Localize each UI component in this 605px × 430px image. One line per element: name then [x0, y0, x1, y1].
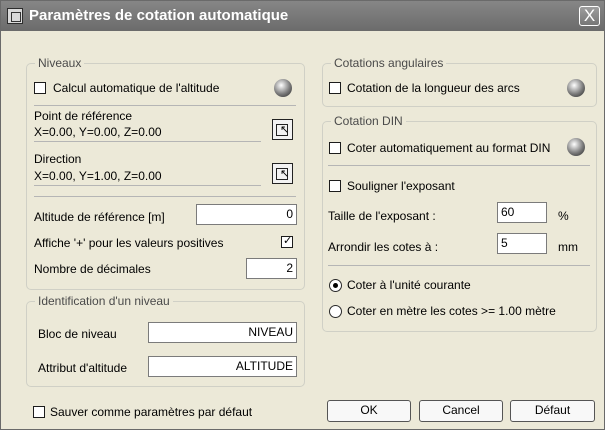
point-ref-underline: [34, 141, 261, 142]
close-button[interactable]: X: [579, 6, 600, 26]
length-arcs-checkbox[interactable]: [329, 82, 341, 94]
underline-exp-checkbox[interactable]: [329, 180, 341, 192]
din-legend: Cotation DIN: [331, 114, 406, 128]
round-input[interactable]: 5: [497, 233, 547, 254]
dialog-window: Paramètres de cotation automatique X Niv…: [0, 0, 605, 430]
default-button[interactable]: Défaut: [510, 400, 595, 422]
radio-meter-label: Coter en mètre les cotes >= 1.00 mètre: [347, 304, 556, 318]
radio-current-label: Coter à l'unité courante: [347, 278, 471, 292]
point-ref-pick-icon[interactable]: [272, 119, 293, 140]
dialog-title: Paramètres de cotation automatique: [29, 7, 289, 24]
exp-size-input[interactable]: 60: [497, 202, 547, 223]
altitude-ref-input[interactable]: 0: [196, 204, 297, 225]
angulaires-legend: Cotations angulaires: [331, 56, 447, 70]
direction-label: Direction: [34, 152, 82, 166]
save-default-checkbox[interactable]: [33, 406, 45, 418]
direction-pick-icon[interactable]: [272, 163, 293, 184]
show-plus-label: Affiche '+' pour les valeurs positives: [34, 236, 224, 250]
length-arcs-help-icon[interactable]: [567, 79, 585, 97]
direction-value: X=0.00, Y=1.00, Z=0.00: [34, 169, 162, 183]
underline-exp-label: Souligner l'exposant: [347, 179, 455, 193]
calc-alt-help-icon[interactable]: [274, 79, 292, 97]
niveaux-divider-2: [34, 196, 296, 197]
ok-button[interactable]: OK: [327, 400, 411, 422]
calc-alt-checkbox[interactable]: [34, 82, 46, 94]
attr-input[interactable]: ALTITUDE: [148, 356, 297, 377]
point-ref-value: X=0.00, Y=0.00, Z=0.00: [34, 125, 162, 139]
round-label: Arrondir les cotes à :: [328, 240, 439, 254]
show-plus-checkbox[interactable]: [281, 234, 293, 248]
calc-alt-label: Calcul automatique de l'altitude: [53, 81, 220, 95]
exp-size-label: Taille de l'exposant :: [328, 209, 436, 223]
app-icon: [7, 8, 23, 24]
auto-din-help-icon[interactable]: [567, 138, 585, 156]
auto-din-label: Coter automatiquement au format DIN: [347, 141, 551, 155]
niveaux-legend: Niveaux: [35, 56, 85, 70]
altitude-ref-label: Altitude de référence [m]: [34, 210, 165, 224]
block-label: Bloc de niveau: [38, 327, 117, 341]
title-bar[interactable]: Paramètres de cotation automatique X: [1, 1, 604, 31]
attr-label: Attribut d'altitude: [38, 361, 128, 375]
save-default-label: Sauver comme paramètres par défaut: [50, 405, 253, 419]
niveaux-divider-1: [34, 105, 296, 106]
decimals-label: Nombre de décimales: [34, 262, 151, 276]
din-divider-1: [328, 165, 590, 166]
round-unit: mm: [558, 240, 578, 254]
auto-din-checkbox[interactable]: [329, 142, 341, 154]
identification-legend: Identification d'un niveau: [35, 294, 173, 308]
direction-underline: [34, 185, 261, 186]
din-divider-2: [328, 265, 590, 266]
point-ref-label: Point de référence: [34, 109, 133, 123]
radio-current-unit[interactable]: [329, 279, 342, 292]
cancel-button[interactable]: Cancel: [419, 400, 503, 422]
radio-meter-unit[interactable]: [329, 305, 342, 318]
block-input[interactable]: NIVEAU: [148, 322, 297, 343]
decimals-input[interactable]: 2: [246, 258, 297, 279]
length-arcs-label: Cotation de la longueur des arcs: [347, 81, 520, 95]
exp-size-unit: %: [558, 209, 569, 223]
